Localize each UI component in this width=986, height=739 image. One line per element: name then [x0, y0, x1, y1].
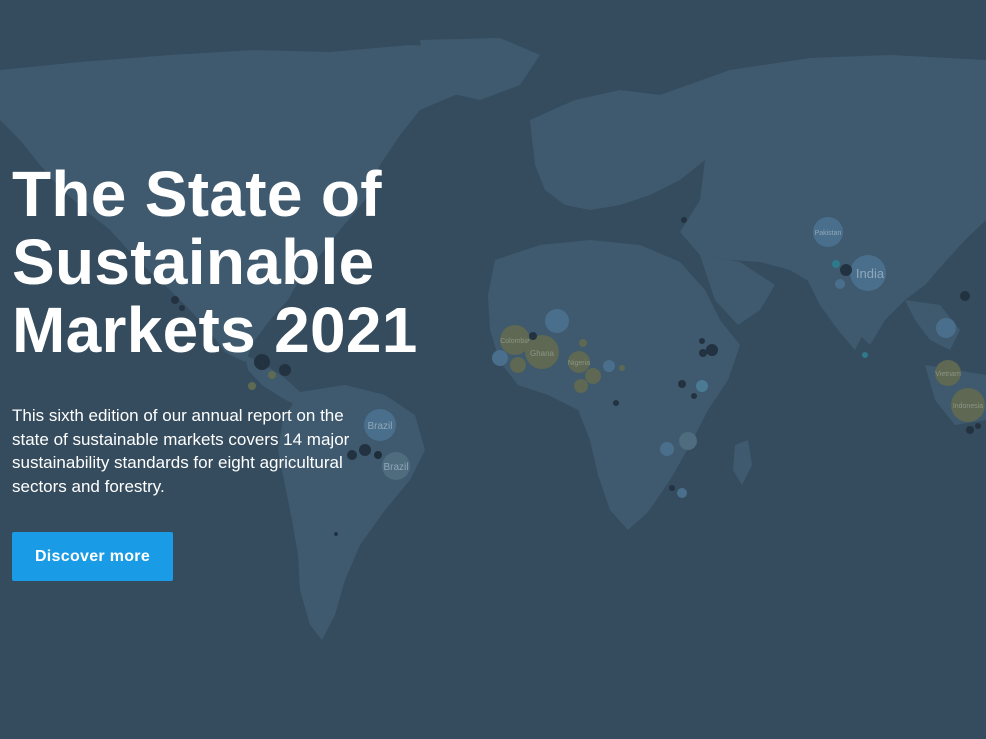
bubble — [862, 352, 868, 358]
bubble — [579, 339, 587, 347]
title-line: Sustainable — [12, 226, 375, 298]
bubble — [529, 332, 537, 340]
page-title: The State of Sustainable Markets 2021 — [12, 160, 492, 364]
hero-content: The State of Sustainable Markets 2021 Th… — [12, 160, 492, 581]
bubble — [699, 338, 705, 344]
bubble — [678, 380, 686, 388]
bubble — [835, 279, 845, 289]
bubble — [966, 426, 974, 434]
madagascar — [733, 440, 752, 485]
bubble — [603, 360, 615, 372]
hero-description: This sixth edition of our annual report … — [12, 406, 350, 496]
bubble — [936, 318, 956, 338]
bubble — [681, 217, 687, 223]
bubble-label-pakistan: Pakistan — [815, 230, 842, 237]
europe — [530, 90, 720, 210]
bubble-label-india: India — [856, 266, 885, 281]
bubble-label-colombia: Colombia — [500, 338, 530, 345]
bubble — [334, 532, 338, 536]
bubble — [613, 400, 619, 406]
bubble — [699, 349, 707, 357]
discover-more-button[interactable]: Discover more — [12, 532, 173, 581]
bubble-label-indonesia: Indonesia — [953, 403, 983, 410]
title-line: The State of — [12, 158, 382, 230]
bubble — [679, 432, 697, 450]
bubble — [677, 488, 687, 498]
bubble — [545, 309, 569, 333]
bubble — [696, 380, 708, 392]
bubble — [960, 291, 970, 301]
bubble — [840, 264, 852, 276]
bubble — [706, 344, 718, 356]
bubble — [691, 393, 697, 399]
bubble — [660, 442, 674, 456]
bubble — [669, 485, 675, 491]
title-line: Markets 2021 — [12, 294, 418, 366]
bubble-label-nigeria: Nigeria — [568, 360, 590, 367]
bubble — [585, 368, 601, 384]
bubble — [574, 379, 588, 393]
bubble-label-ghana: Ghana — [530, 349, 555, 358]
bubble — [492, 350, 508, 366]
bubble — [832, 260, 840, 268]
bubble — [975, 423, 981, 429]
bubble — [510, 357, 526, 373]
hero-section: Brazil Brazil Colombia Ghana Nigeria Pak… — [0, 0, 986, 739]
bubble — [619, 365, 625, 371]
bubble-label-vietnam: Vietnam — [935, 371, 961, 378]
